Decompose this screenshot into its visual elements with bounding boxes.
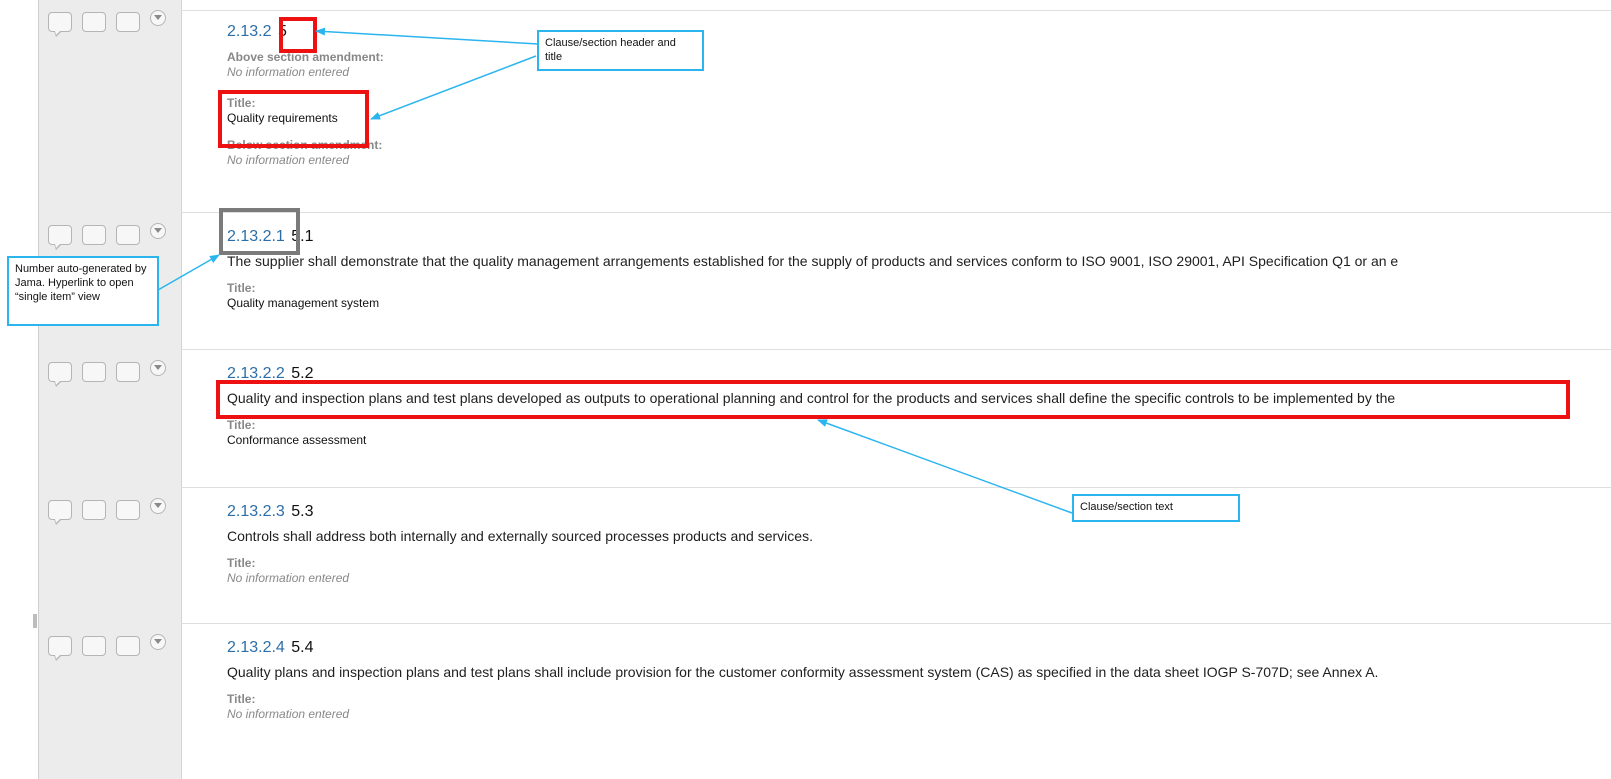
item-action-icons (48, 498, 188, 530)
item-content: 2.13.2.1 5.1 The supplier shall demonstr… (227, 227, 1611, 311)
comment-icon[interactable] (48, 362, 72, 387)
box-icon[interactable] (116, 500, 140, 520)
dropdown-menu-icon[interactable] (150, 634, 166, 650)
callout-section-text: Clause/section text (1072, 494, 1240, 522)
box-icon[interactable] (82, 225, 106, 245)
number-highlight-box (219, 208, 300, 255)
field-value: No information entered (227, 707, 350, 721)
item-content: 2.13.2.3 5.3 Controls shall address both… (227, 502, 1611, 586)
item-action-icons (48, 360, 188, 392)
field-label: Title: (227, 692, 256, 706)
item-number-link[interactable]: 2.13.2 (227, 23, 271, 40)
item-header-number: 5.3 (291, 503, 314, 520)
scroll-edge-mark (33, 614, 37, 628)
item-content: 2.13.2 5 Above section amendment: No inf… (227, 22, 1611, 168)
item-header: 2.13.2.3 5.3 (227, 502, 1611, 524)
field-label: Title: (227, 556, 256, 570)
field-value: Quality management system (227, 296, 380, 310)
box-icon[interactable] (116, 636, 140, 656)
field-label: Title: (227, 96, 256, 110)
field-value: Conformance assessment (227, 433, 367, 447)
item-header: 2.13.2.4 5.4 (227, 638, 1611, 660)
comment-icon[interactable] (48, 225, 72, 250)
comment-icon[interactable] (48, 12, 72, 37)
box-icon[interactable] (82, 12, 106, 32)
dropdown-menu-icon[interactable] (150, 498, 166, 514)
box-icon[interactable] (82, 362, 106, 382)
field-value: Quality requirements (227, 111, 338, 125)
callout-auto-number: Number auto-generated by Jama. Hyperlink… (7, 256, 159, 326)
field-label: Below section amendment: (227, 138, 383, 152)
item-row: 2.13.2.3 5.3 Controls shall address both… (39, 488, 1611, 624)
callout-header-title: Clause/section header and title (537, 30, 704, 71)
item-text: Quality plans and inspection plans and t… (227, 664, 1379, 680)
dropdown-menu-icon[interactable] (150, 360, 166, 376)
comment-icon[interactable] (48, 500, 72, 525)
item-action-icons (48, 634, 188, 666)
box-icon[interactable] (116, 12, 140, 32)
item-header-number: 5.4 (291, 639, 314, 656)
item-number-link[interactable]: 2.13.2.3 (227, 503, 285, 520)
field-value: No information entered (227, 65, 350, 79)
dropdown-menu-icon[interactable] (150, 10, 166, 26)
field-label: Title: (227, 281, 256, 295)
box-icon[interactable] (82, 500, 106, 520)
title-highlight-box (218, 90, 369, 148)
box-icon[interactable] (82, 636, 106, 656)
text-highlight-box (216, 380, 1570, 419)
field-label: Title: (227, 418, 256, 432)
item-action-icons (48, 10, 188, 42)
item-text: Controls shall address both internally a… (227, 528, 813, 544)
box-icon[interactable] (116, 225, 140, 245)
header-highlight-box (279, 17, 317, 53)
item-number-link[interactable]: 2.13.2.4 (227, 639, 285, 656)
field-value: No information entered (227, 571, 350, 585)
dropdown-menu-icon[interactable] (150, 223, 166, 239)
comment-icon[interactable] (48, 636, 72, 661)
item-header: 2.13.2 5 (227, 22, 1611, 44)
field-value: No information entered (227, 153, 350, 167)
item-content: 2.13.2.4 5.4 Quality plans and inspectio… (227, 638, 1611, 722)
field-label: Above section amendment: (227, 50, 384, 64)
box-icon[interactable] (116, 362, 140, 382)
item-text: The supplier shall demonstrate that the … (227, 253, 1399, 269)
item-row: 2.13.2.4 5.4 Quality plans and inspectio… (39, 624, 1611, 779)
item-header: 2.13.2.1 5.1 (227, 227, 1611, 249)
item-action-icons (48, 223, 188, 255)
item-row: 2.13.2.2 5.2 Quality and inspection plan… (39, 350, 1611, 488)
